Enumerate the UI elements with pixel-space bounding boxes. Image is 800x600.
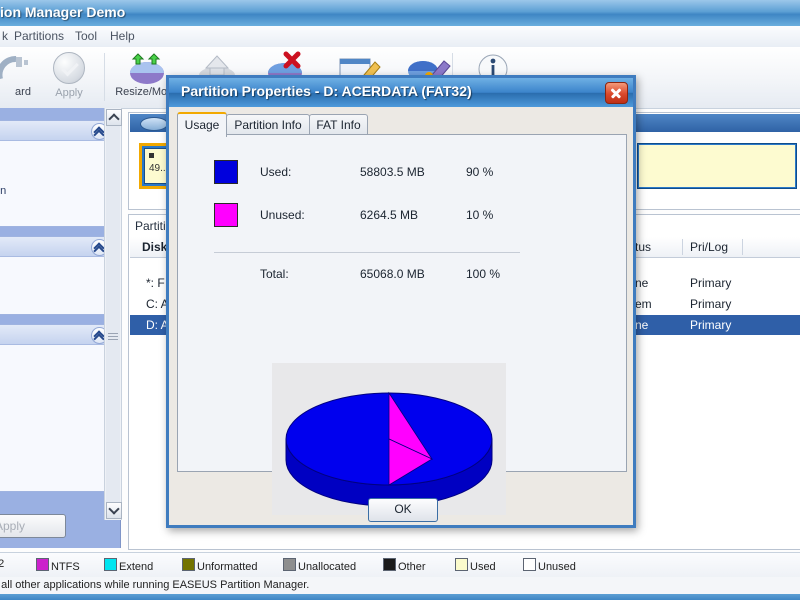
menu-item-partitions[interactable]: Partitions	[14, 29, 64, 43]
value-unused-size: 6264.5 MB	[360, 208, 419, 222]
usage-pie-chart-svg	[285, 391, 493, 507]
legend-label-fat32: 32	[0, 558, 5, 570]
usage-pie-chart	[272, 363, 506, 515]
disk-map-partition-other-fill	[639, 145, 795, 187]
sidebar-panel-body-operations-2: artitions	[0, 257, 113, 314]
sidebar-link-operations-2[interactable]: ion	[0, 164, 113, 182]
ok-button[interactable]: OK	[368, 498, 438, 522]
scroll-down-arrow-icon[interactable]	[106, 502, 122, 519]
legend-item-unused: Unused	[523, 558, 576, 573]
sidebar-panel-header-operations[interactable]: rations	[0, 121, 113, 141]
legend-item-unallocated: Unallocated	[283, 558, 357, 573]
value-total-percent: 100 %	[466, 267, 501, 281]
menu-item-tool[interactable]: Tool	[75, 29, 97, 43]
cell-status: ne	[635, 318, 649, 332]
legend-item-extend: Extend	[104, 558, 154, 573]
window-title-bar: ion Manager Demo	[0, 0, 800, 27]
legend-item-other: Other	[383, 558, 426, 573]
legend-swatch-used	[455, 558, 468, 571]
toolbar-separator	[104, 53, 105, 101]
scrollbar-grip-icon[interactable]	[108, 333, 118, 341]
toolbar-label-apply: Apply	[55, 87, 83, 99]
tab-fat-info[interactable]: FAT Info	[309, 114, 368, 135]
legend-item-fat32: 32	[0, 558, 4, 572]
scrollbar-track[interactable]	[106, 126, 120, 502]
legend-label-unused: Unused	[538, 561, 576, 573]
status-bar: g all other applications while running E…	[0, 577, 800, 595]
sidebar-link-operations-1[interactable]: ion	[0, 146, 113, 164]
menu-item-disk[interactable]: k	[2, 29, 8, 43]
close-icon[interactable]	[605, 82, 628, 104]
scroll-up-arrow-icon[interactable]	[106, 109, 122, 126]
legend-item-used: Used	[455, 558, 496, 573]
value-used-percent: 90 %	[466, 165, 494, 179]
sidebar-panel-operations: rations ion ion re Partition	[0, 120, 114, 227]
dialog-title-text: Partition Properties - D: ACERDATA (FAT3…	[181, 83, 472, 99]
sidebar-panel-body-pending	[0, 345, 113, 491]
tab-partition-info[interactable]: Partition Info	[226, 114, 310, 135]
cell-prilog: Primary	[690, 297, 732, 311]
legend-label-other: Other	[398, 561, 426, 573]
legend-swatch-unformatted	[182, 558, 195, 571]
window-title-text: ion Manager Demo	[0, 4, 126, 20]
legend-label-unformatted: Unformatted	[197, 561, 258, 573]
apply-check-icon	[32, 52, 106, 86]
legend-swatch-unallocated	[283, 558, 296, 571]
divider	[214, 252, 520, 253]
menu-item-help[interactable]: Help	[110, 29, 135, 43]
legend-bar: 32 NTFS Extend Unformatted Unallocated O…	[0, 552, 800, 579]
legend-label-ntfs: NTFS	[51, 561, 80, 573]
legend-swatch-other	[383, 558, 396, 571]
legend-label-unallocated: Unallocated	[298, 561, 357, 573]
sidebar-panel-body-operations: ion ion re Partition	[0, 141, 113, 226]
hard-disk-icon	[140, 117, 168, 131]
sidebar-scrollbar[interactable]	[104, 108, 122, 520]
usage-tab-pane: Used: 58803.5 MB 90 % Unused: 6264.5 MB …	[177, 134, 627, 515]
dialog-title-bar: Partition Properties - D: ACERDATA (FAT3…	[169, 78, 633, 107]
tab-usage[interactable]: Usage	[177, 112, 227, 137]
sidebar-panel-pending: Pending	[0, 324, 114, 492]
legend-swatch-extend	[104, 558, 117, 571]
sidebar-link-partitions[interactable]: artitions	[0, 262, 113, 280]
label-used: Used:	[260, 165, 292, 179]
bottom-strip	[0, 594, 800, 600]
partition-properties-dialog: Partition Properties - D: ACERDATA (FAT3…	[166, 75, 636, 528]
swatch-unused	[214, 203, 238, 227]
sidebar: rations ion ion re Partition ns artition…	[0, 108, 121, 548]
toolbar-button-apply[interactable]: Apply	[32, 51, 106, 99]
legend-item-ntfs: NTFS	[36, 558, 80, 573]
value-total-size: 65068.0 MB	[360, 267, 425, 281]
partition-marker-icon	[149, 153, 154, 158]
disk-map-partition-other[interactable]	[637, 143, 797, 189]
status-bar-text: g all other applications while running E…	[0, 579, 310, 591]
menu-bar: k Partitions Tool Help	[0, 26, 800, 48]
legend-item-unformatted: Unformatted	[182, 558, 258, 573]
sidebar-apply-button[interactable]: Apply	[0, 514, 66, 538]
legend-swatch-ntfs	[36, 558, 49, 571]
label-total: Total:	[260, 267, 289, 281]
column-header-prilog[interactable]: Pri/Log	[690, 240, 728, 254]
cell-disk: *: F	[146, 276, 165, 290]
legend-label-used: Used	[470, 561, 496, 573]
label-unused: Unused:	[260, 208, 305, 222]
sidebar-panel-header-operations-2[interactable]: ns	[0, 237, 113, 257]
legend-swatch-unused	[523, 558, 536, 571]
swatch-used	[214, 160, 238, 184]
legend-label-extend: Extend	[119, 561, 154, 573]
disk-map-partition-label: 49..	[149, 163, 166, 174]
column-header-status[interactable]: tus	[635, 240, 651, 254]
value-used-size: 58803.5 MB	[360, 165, 425, 179]
application-window: ion Manager Demo k Partitions Tool Help …	[0, 0, 800, 600]
sidebar-panel-operations-2: ns artitions	[0, 236, 114, 315]
value-unused-percent: 10 %	[466, 208, 494, 222]
cell-status: em	[635, 297, 652, 311]
sidebar-panel-header-pending[interactable]: Pending	[0, 325, 113, 345]
cell-prilog: Primary	[690, 318, 732, 332]
cell-prilog: Primary	[690, 276, 732, 290]
column-header-disk[interactable]: Disk	[142, 240, 167, 254]
sidebar-link-operations-3[interactable]: re Partition	[0, 182, 113, 200]
cell-status: ne	[635, 276, 649, 290]
